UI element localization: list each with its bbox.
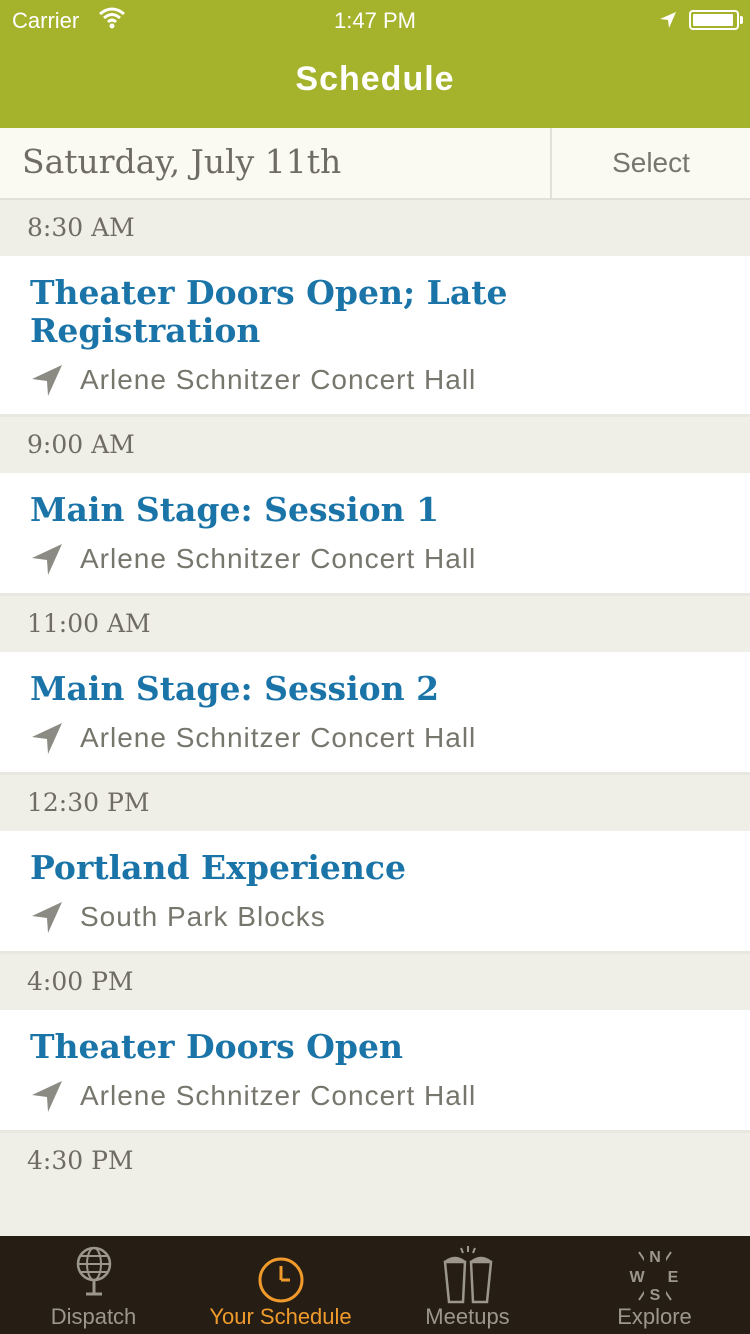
svg-text:W: W — [629, 1269, 645, 1286]
time-header: 8:30 AM — [0, 200, 750, 256]
event-row[interactable]: Portland Experience South Park Blocks — [0, 831, 750, 954]
svg-text:S: S — [649, 1287, 660, 1304]
location-name: Arlene Schnitzer Concert Hall — [80, 1080, 477, 1111]
tab-dispatch[interactable]: Dispatch — [0, 1236, 187, 1334]
event-row[interactable]: Theater Doors Open; Late Registration Arl… — [0, 256, 750, 417]
status-time: 1:47 PM — [334, 8, 416, 33]
event-title: Theater Doors Open; Late Registration — [30, 273, 508, 350]
event-row[interactable]: Main Stage: Session 2 Arlene Schnitzer Co… — [0, 652, 750, 775]
event-location: Arlene Schnitzer Concert Hall — [30, 350, 720, 414]
location-arrow-icon — [30, 1079, 64, 1113]
location-arrow-icon — [30, 542, 64, 576]
tab-label: Dispatch — [50, 1304, 137, 1329]
clock-icon — [187, 1242, 374, 1304]
time-header: 9:00 AM — [0, 417, 750, 473]
event-location: South Park Blocks — [30, 887, 720, 951]
selected-date: Saturday, July 11th — [22, 142, 342, 181]
event-location: Arlene Schnitzer Concert Hall — [30, 529, 720, 593]
event-row[interactable]: Main Stage: Session 1 Arlene Schnitzer Co… — [0, 473, 750, 596]
event-title: Theater Doors Open — [30, 1027, 403, 1066]
location-services-icon — [658, 10, 678, 36]
event-location: Arlene Schnitzer Concert Hall — [30, 708, 720, 772]
location-name: Arlene Schnitzer Concert Hall — [80, 364, 477, 395]
svg-text:N: N — [649, 1249, 661, 1266]
event-title: Portland Experience — [30, 848, 406, 887]
time-header: 12:30 PM — [0, 775, 750, 831]
tab-explore[interactable]: N W E S Explore — [561, 1236, 748, 1334]
location-name: Arlene Schnitzer Concert Hall — [80, 722, 477, 753]
battery-tip — [740, 16, 743, 24]
event-title: Main Stage: Session 2 — [30, 669, 440, 708]
battery-icon — [689, 10, 739, 30]
time-header: 4:30 PM — [0, 1133, 750, 1189]
tab-label: Meetups — [425, 1304, 510, 1329]
tab-label: Your Schedule — [209, 1304, 352, 1329]
location-arrow-icon — [30, 900, 64, 934]
tab-meetups[interactable]: Meetups — [374, 1236, 561, 1334]
date-bar: Saturday, July 11th Select — [0, 128, 750, 200]
location-name: South Park Blocks — [80, 901, 326, 932]
event-title: Main Stage: Session 1 — [30, 490, 440, 529]
status-bar: Carrier 1:47 PM — [0, 0, 750, 40]
tab-your-schedule[interactable]: Your Schedule — [187, 1236, 374, 1334]
tab-bar: Dispatch Your Schedule Meetups N W E S E… — [0, 1236, 750, 1334]
select-date-button[interactable]: Select — [550, 128, 750, 198]
tab-label: Explore — [617, 1304, 692, 1329]
event-location: Arlene Schnitzer Concert Hall — [30, 1066, 720, 1130]
svg-text:E: E — [667, 1269, 678, 1286]
schedule-list[interactable]: 8:30 AM Theater Doors Open; Late Registra… — [0, 200, 750, 1189]
page-title: Schedule — [295, 60, 455, 98]
location-name: Arlene Schnitzer Concert Hall — [80, 543, 477, 574]
location-arrow-icon — [30, 721, 64, 755]
navigation-header: Carrier 1:47 PM Schedule — [0, 0, 750, 128]
beer-glasses-icon — [374, 1242, 561, 1304]
compass-icon: N W E S — [561, 1242, 748, 1304]
time-header: 11:00 AM — [0, 596, 750, 652]
time-header: 4:00 PM — [0, 954, 750, 1010]
location-arrow-icon — [30, 363, 64, 397]
event-row[interactable]: Theater Doors Open Arlene Schnitzer Conce… — [0, 1010, 750, 1133]
battery-level — [693, 14, 733, 26]
globe-icon — [0, 1242, 187, 1304]
